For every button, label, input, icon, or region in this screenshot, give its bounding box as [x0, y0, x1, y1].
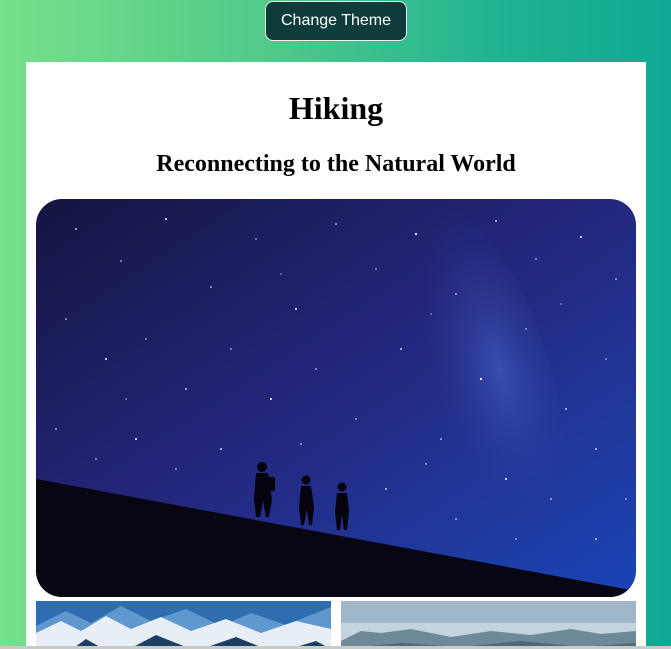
page-subtitle: Reconnecting to the Natural World	[156, 151, 516, 177]
gallery-thumbnail-2	[341, 601, 636, 649]
hero-image	[36, 199, 636, 597]
gallery-thumbnail-1	[36, 601, 331, 649]
change-theme-button[interactable]: Change Theme	[265, 1, 407, 41]
page-title: Hiking	[288, 90, 384, 126]
content-card: Hiking Reconnecting to the Natural World	[26, 62, 646, 649]
